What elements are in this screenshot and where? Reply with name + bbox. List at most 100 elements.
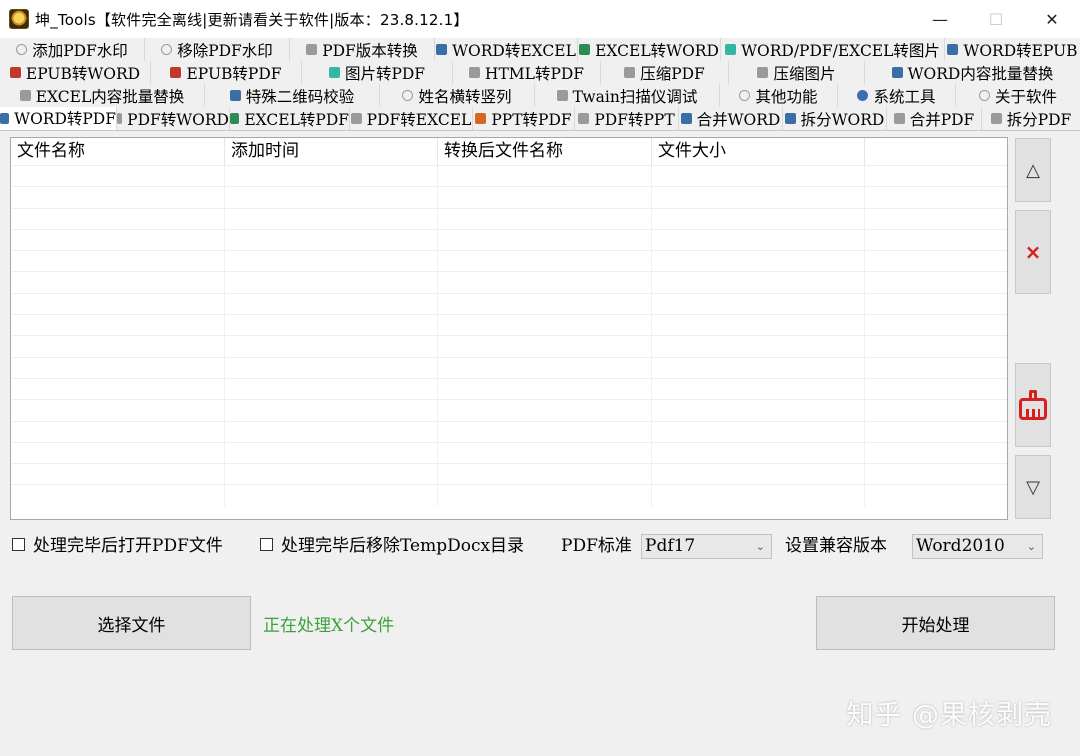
tab-label: WORD转EPUB xyxy=(963,41,1078,60)
empty-cell xyxy=(652,357,865,378)
tab-ppt-to-pdf[interactable]: PPT转PDF xyxy=(473,107,575,130)
chevron-down-icon: ⌄ xyxy=(1026,540,1036,553)
tab-qrcode-check[interactable]: 特殊二维码校验 xyxy=(205,84,380,107)
close-button[interactable]: ✕ xyxy=(1024,0,1080,38)
excel-icon xyxy=(19,90,31,101)
column-header-file-size[interactable]: 文件大小 xyxy=(652,138,865,165)
tab-html-to-pdf[interactable]: HTML转PDF xyxy=(453,61,601,84)
open-pdf-label[interactable]: 处理完毕后打开PDF文件 xyxy=(33,534,223,558)
pdf-standard-value: Pdf17 xyxy=(645,536,696,556)
tab-pdf-version-convert[interactable]: PDF版本转换 xyxy=(290,38,435,61)
pdf-icon xyxy=(306,44,318,55)
tab-label: PDF转WORD xyxy=(127,110,229,129)
tab-merge-word[interactable]: 合并WORD xyxy=(679,107,783,130)
empty-row xyxy=(11,186,1007,208)
pdf-icon xyxy=(578,113,590,124)
tab-epub-to-pdf[interactable]: EPUB转PDF xyxy=(151,61,302,84)
move-up-button[interactable]: △ xyxy=(1015,138,1051,202)
delete-button[interactable]: × xyxy=(1015,210,1051,294)
tab-merge-pdf[interactable]: 合并PDF xyxy=(887,107,982,130)
tab-excel-batch-replace[interactable]: EXCEL内容批量替换 xyxy=(0,84,205,107)
compat-version-select[interactable]: Word2010 ⌄ xyxy=(912,534,1043,559)
tab-pdf-to-ppt[interactable]: PDF转PPT xyxy=(575,107,679,130)
tab-image-to-pdf[interactable]: 图片转PDF xyxy=(302,61,453,84)
more-icon xyxy=(739,90,751,101)
tab-label: 移除PDF水印 xyxy=(177,41,273,60)
empty-cell xyxy=(11,208,225,229)
tab-compress-image[interactable]: 压缩图片 xyxy=(729,61,865,84)
triangle-down-icon: ▽ xyxy=(1026,476,1040,498)
tab-about[interactable]: 关于软件 xyxy=(956,84,1080,107)
open-pdf-checkbox[interactable] xyxy=(12,538,25,551)
epub-icon xyxy=(170,67,182,78)
tab-label: EXCEL内容批量替换 xyxy=(35,87,185,106)
tab-split-word[interactable]: 拆分WORD xyxy=(783,107,887,130)
empty-cell xyxy=(438,272,652,293)
tab-system-tools[interactable]: 系统工具 xyxy=(838,84,956,107)
tab-word-to-excel[interactable]: WORD转EXCEL xyxy=(435,38,578,61)
empty-cell xyxy=(652,421,865,442)
tab-twain-scanner[interactable]: Twain扫描仪调试 xyxy=(535,84,720,107)
tab-row-4: WORD转PDF PDF转WORD EXCEL转PDF PDF转EXCEL PP… xyxy=(0,107,1080,130)
start-processing-button[interactable]: 开始处理 xyxy=(816,596,1055,650)
chevron-down-icon: ⌄ xyxy=(755,540,765,553)
tab-add-pdf-watermark[interactable]: 添加PDF水印 xyxy=(0,38,145,61)
tab-word-to-epub[interactable]: WORD转EPUB xyxy=(945,38,1080,61)
tab-other-functions[interactable]: 其他功能 xyxy=(720,84,838,107)
remove-temp-label[interactable]: 处理完毕后移除TempDocx目录 xyxy=(281,534,524,558)
empty-cell xyxy=(652,315,865,336)
empty-cell xyxy=(225,293,438,315)
empty-cell xyxy=(225,229,438,251)
tab-excel-to-word[interactable]: EXCEL转WORD xyxy=(578,38,721,61)
file-list[interactable]: 文件名称 添加时间 转换后文件名称 文件大小 xyxy=(10,137,1008,520)
empty-cell xyxy=(652,166,865,187)
remove-temp-checkbox[interactable] xyxy=(260,538,273,551)
column-header-output-name[interactable]: 转换后文件名称 xyxy=(438,138,652,165)
tab-label: PDF版本转换 xyxy=(322,41,418,60)
column-header-file-name[interactable]: 文件名称 xyxy=(11,138,225,165)
word-icon xyxy=(784,113,796,124)
empty-cell xyxy=(652,442,865,464)
column-header-blank xyxy=(865,138,1007,165)
empty-cell xyxy=(438,166,652,187)
tab-epub-to-word[interactable]: EPUB转WORD xyxy=(0,61,151,84)
close-icon: × xyxy=(1024,240,1042,264)
tab-name-vertical[interactable]: 姓名横转竖列 xyxy=(380,84,535,107)
pdf-icon xyxy=(893,113,905,124)
empty-cell xyxy=(438,251,652,272)
info-icon xyxy=(978,90,990,101)
tab-word-batch-replace[interactable]: WORD内容批量替换 xyxy=(865,61,1080,84)
tab-label: 图片转PDF xyxy=(344,64,426,83)
clear-list-button[interactable] xyxy=(1015,363,1051,447)
tab-pdf-to-excel[interactable]: PDF转EXCEL xyxy=(350,107,473,130)
pdf-standard-select[interactable]: Pdf17 ⌄ xyxy=(641,534,772,559)
column-header-added-time[interactable]: 添加时间 xyxy=(225,138,438,165)
choose-files-button[interactable]: 选择文件 xyxy=(12,596,251,650)
empty-cell xyxy=(225,464,438,485)
empty-cell xyxy=(438,357,652,378)
empty-cell xyxy=(225,357,438,378)
empty-cell xyxy=(652,272,865,293)
ppt-icon xyxy=(475,113,487,124)
tab-label: EXCEL转PDF xyxy=(244,110,349,129)
empty-cell xyxy=(438,442,652,464)
empty-cell xyxy=(438,336,652,357)
tab-pdf-to-word[interactable]: PDF转WORD xyxy=(117,107,230,130)
empty-cell xyxy=(11,272,225,293)
tab-label: 特殊二维码校验 xyxy=(245,87,355,106)
tab-excel-to-pdf[interactable]: EXCEL转PDF xyxy=(230,107,350,130)
empty-cell xyxy=(11,336,225,357)
tab-remove-pdf-watermark[interactable]: 移除PDF水印 xyxy=(145,38,290,61)
tab-to-image[interactable]: WORD/PDF/EXCEL转图片 xyxy=(721,38,945,61)
empty-cell xyxy=(438,315,652,336)
tab-split-pdf[interactable]: 拆分PDF xyxy=(982,107,1080,130)
minimize-button[interactable]: — xyxy=(912,0,968,38)
tab-compress-pdf[interactable]: 压缩PDF xyxy=(601,61,729,84)
empty-cell xyxy=(652,336,865,357)
empty-row xyxy=(11,165,1007,187)
empty-cell xyxy=(438,229,652,251)
tab-word-to-pdf[interactable]: WORD转PDF xyxy=(0,107,117,130)
maximize-button[interactable]: ☐ xyxy=(968,0,1024,38)
move-down-button[interactable]: ▽ xyxy=(1015,455,1051,519)
pdf-icon xyxy=(350,113,362,124)
